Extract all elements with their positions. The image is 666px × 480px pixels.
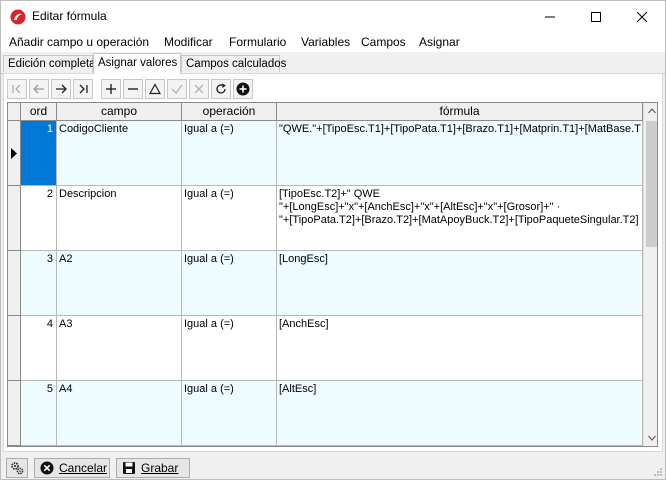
cancel-button[interactable]: Cancelar: [34, 458, 110, 478]
insert-record-button[interactable]: [101, 79, 121, 99]
table-row[interactable]: 1 CodigoCliente Igual a (=) "QWE."+[Tipo…: [8, 121, 643, 186]
tab-asignar-valores[interactable]: Asignar valores: [93, 53, 181, 74]
menu-bar: Añadir campo u operación Modificar Formu…: [1, 32, 665, 52]
cell-operacion[interactable]: Igual a (=): [182, 251, 277, 316]
row-indicator: [8, 251, 21, 316]
column-header-formula[interactable]: fórmula: [277, 103, 643, 121]
scroll-down-button[interactable]: [644, 430, 657, 446]
menu-variables[interactable]: Variables: [301, 35, 350, 49]
prev-record-button[interactable]: [29, 79, 49, 99]
tab-strip: Edición completa Asignar valores Campos …: [1, 53, 665, 74]
prev-icon: [33, 84, 44, 94]
tab-edicion-completa[interactable]: Edición completa: [3, 55, 96, 72]
cell-ord[interactable]: 4: [21, 316, 57, 381]
edit-icon: [149, 83, 161, 95]
refresh-button[interactable]: [211, 79, 231, 99]
row-indicator: [8, 186, 21, 251]
save-button-label: Grabar: [141, 461, 179, 475]
add-button[interactable]: [233, 79, 253, 99]
cell-formula[interactable]: [AltEsc]: [277, 381, 643, 446]
save-button[interactable]: Grabar: [116, 458, 190, 478]
close-icon: [637, 11, 647, 22]
next-record-button[interactable]: [51, 79, 71, 99]
title-bar: Editar fórmula: [1, 1, 665, 32]
settings-button[interactable]: [6, 458, 28, 478]
cell-operacion[interactable]: Igual a (=): [182, 381, 277, 446]
menu-asignar[interactable]: Asignar: [419, 35, 460, 49]
cell-operacion[interactable]: Igual a (=): [182, 186, 277, 251]
cell-operacion[interactable]: Igual a (=): [182, 316, 277, 381]
row-indicator: [8, 121, 21, 186]
first-icon: [12, 84, 21, 94]
cell-campo[interactable]: CodigoCliente: [57, 121, 182, 186]
chevron-up-icon: [648, 108, 656, 114]
cell-operacion[interactable]: Igual a (=): [182, 121, 277, 186]
cancel-circle-icon: [40, 461, 54, 475]
current-row-arrow-icon: [11, 148, 17, 159]
first-record-button[interactable]: [7, 79, 27, 99]
tab-campos-calculados[interactable]: Campos calculados: [181, 55, 286, 72]
formula-grid[interactable]: ord campo operación fórmula 1 CodigoClie…: [7, 102, 658, 447]
indicator-header: [8, 103, 21, 121]
editar-formula-window: Editar fórmula Añadir campo u operación …: [0, 0, 666, 480]
cancel-record-button[interactable]: [189, 79, 209, 99]
column-header-operacion[interactable]: operación: [182, 103, 277, 121]
table-row[interactable]: 5 A4 Igual a (=) [AltEsc]: [8, 381, 643, 446]
edit-record-button[interactable]: [145, 79, 165, 99]
cell-ord[interactable]: 5: [21, 381, 57, 446]
chevron-down-icon: [648, 435, 656, 441]
add-circle-icon: [236, 82, 250, 96]
cell-formula[interactable]: [AnchEsc]: [277, 316, 643, 381]
scroll-up-button[interactable]: [644, 103, 657, 119]
minimize-icon: [545, 16, 555, 17]
refresh-icon: [216, 83, 226, 94]
last-record-button[interactable]: [73, 79, 93, 99]
minimize-button[interactable]: [527, 1, 573, 32]
resize-grip-icon[interactable]: [653, 467, 663, 477]
menu-formulario[interactable]: Formulario: [229, 35, 286, 49]
app-icon: [10, 9, 26, 25]
cell-campo[interactable]: A3: [57, 316, 182, 381]
table-row[interactable]: 2 Descripcion Igual a (=) [TipoEsc.T2]+"…: [8, 186, 643, 251]
column-header-ord[interactable]: ord: [21, 103, 57, 121]
close-button[interactable]: [619, 1, 665, 32]
delete-icon: [128, 88, 138, 90]
last-icon: [79, 84, 88, 94]
next-icon: [56, 84, 67, 94]
cell-ord[interactable]: 3: [21, 251, 57, 316]
cell-campo[interactable]: Descripcion: [57, 186, 182, 251]
bottom-bar: Cancelar Grabar: [1, 455, 665, 479]
cell-campo[interactable]: A4: [57, 381, 182, 446]
cell-ord[interactable]: 1: [21, 121, 57, 186]
menu-anadir-campo[interactable]: Añadir campo u operación: [9, 35, 149, 49]
maximize-icon: [591, 11, 601, 22]
table-row[interactable]: 3 A2 Igual a (=) [LongEsc]: [8, 251, 643, 316]
scroll-thumb[interactable]: [646, 121, 657, 247]
cell-campo[interactable]: A2: [57, 251, 182, 316]
window-title: Editar fórmula: [32, 9, 107, 23]
gears-icon: [11, 462, 24, 475]
table-row[interactable]: 4 A3 Igual a (=) [AnchEsc]: [8, 316, 643, 381]
menu-modificar[interactable]: Modificar: [164, 35, 213, 49]
row-indicator: [8, 381, 21, 446]
cell-formula[interactable]: [LongEsc]: [277, 251, 643, 316]
row-indicator: [8, 316, 21, 381]
save-disk-icon: [123, 462, 135, 474]
cell-formula[interactable]: [TipoEsc.T2]+" QWE "+[LongEsc]+"x"+[Anch…: [277, 186, 643, 251]
menu-campos[interactable]: Campos: [361, 35, 406, 49]
maximize-button[interactable]: [573, 1, 619, 32]
insert-icon: [106, 84, 116, 94]
cell-formula[interactable]: "QWE."+[TipoEsc.T1]+[TipoPata.T1]+[Brazo…: [277, 121, 643, 186]
post-record-button[interactable]: [167, 79, 187, 99]
column-header-campo[interactable]: campo: [57, 103, 182, 121]
cancel-button-label: Cancelar: [59, 461, 108, 475]
cancel-icon: [194, 84, 204, 94]
vertical-scrollbar[interactable]: [643, 103, 657, 446]
delete-record-button[interactable]: [123, 79, 143, 99]
cell-ord[interactable]: 2: [21, 186, 57, 251]
post-icon: [171, 84, 183, 95]
